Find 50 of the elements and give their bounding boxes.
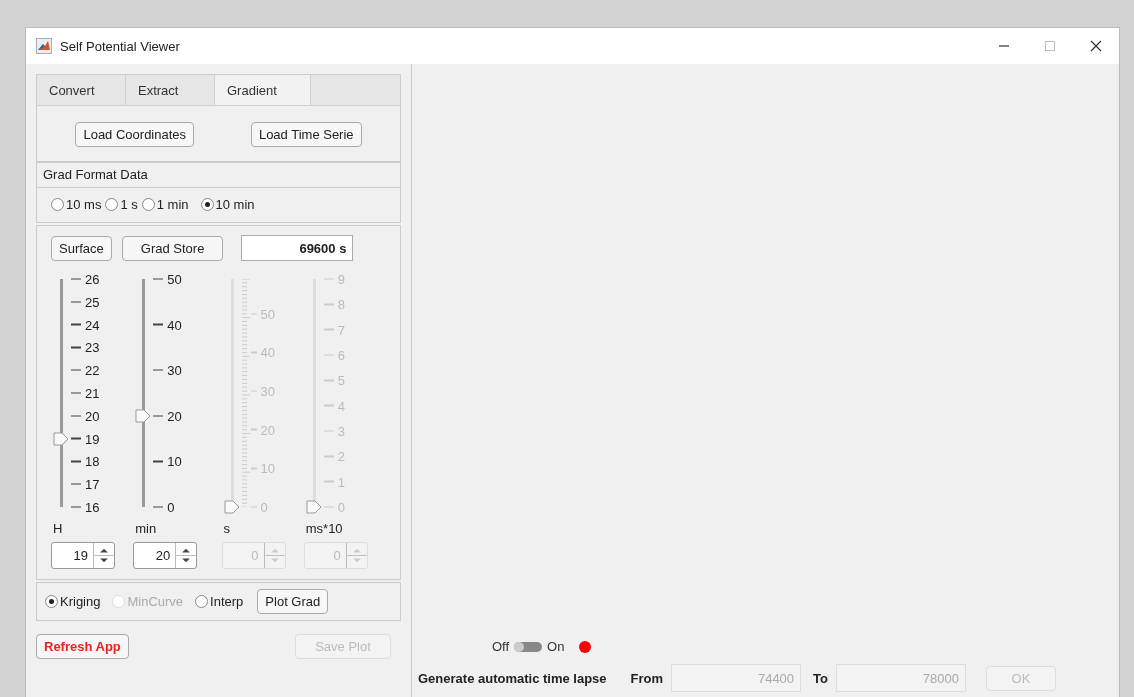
slider-label: min: [135, 521, 157, 536]
tick-label: 21: [71, 385, 100, 401]
grad-store-button[interactable]: Grad Store: [121, 235, 224, 261]
tick-label: 23: [71, 339, 100, 355]
spinner-arrows-icon[interactable]: [93, 543, 114, 568]
plot-grad-button[interactable]: Plot Grad: [257, 589, 329, 614]
load-button[interactable]: Load Coordinates: [75, 122, 195, 147]
tick-label: 20: [153, 408, 182, 424]
spinner-field[interactable]: 19: [51, 542, 115, 569]
window-title: Self Potential Viewer: [60, 38, 180, 54]
refresh-button[interactable]: Refresh App: [36, 634, 129, 659]
on-label: On: [547, 639, 565, 654]
spinner-arrows-icon[interactable]: [175, 543, 197, 568]
panel-title: Grad Format Data: [43, 167, 148, 182]
tick-label: 17: [71, 476, 100, 492]
tick-label: 16: [71, 499, 100, 515]
tick-label: 10: [153, 453, 182, 469]
to-label: To: [813, 670, 828, 686]
slider-label: s: [223, 521, 230, 536]
timelapse-label: Generate automatic time lapse: [418, 670, 607, 686]
slider-thumb[interactable]: [53, 430, 69, 447]
tick-label: 26: [71, 271, 100, 287]
off-label: Off: [492, 639, 510, 654]
spinner-field[interactable]: 20: [133, 542, 198, 569]
slider-label: H: [53, 521, 63, 536]
tick-label: 0: [153, 499, 175, 515]
tick-label: 25: [71, 294, 100, 310]
toggle-switch[interactable]: [514, 641, 543, 652]
tick-label: 50: [153, 271, 182, 287]
radio-option[interactable]: 10 min: [200, 197, 255, 212]
tick-label: 30: [153, 362, 182, 378]
load-button[interactable]: Load Time Serie: [250, 122, 362, 147]
tick-label: 20: [71, 408, 100, 424]
radio-option[interactable]: 1 min: [141, 197, 189, 212]
from-label: From: [630, 670, 664, 686]
tick-label: 40: [153, 317, 182, 333]
tick-label: 24: [71, 317, 100, 333]
app-icon: [36, 38, 52, 54]
slider-thumb[interactable]: [135, 407, 152, 424]
surface-button[interactable]: Surface: [51, 235, 112, 261]
tab[interactable]: Gradient: [215, 75, 311, 105]
tick-label: 19: [71, 431, 100, 447]
radio-option[interactable]: Interp: [195, 594, 244, 609]
radio-option[interactable]: Kriging: [45, 594, 101, 609]
radio-option[interactable]: 10 ms: [51, 197, 102, 212]
tick-label: 18: [71, 453, 100, 469]
radio-option[interactable]: 1 s: [105, 197, 138, 212]
slider-label: ms*10: [305, 521, 343, 536]
time-field[interactable]: 69600 s: [241, 235, 354, 261]
tick-label: 22: [71, 362, 100, 378]
